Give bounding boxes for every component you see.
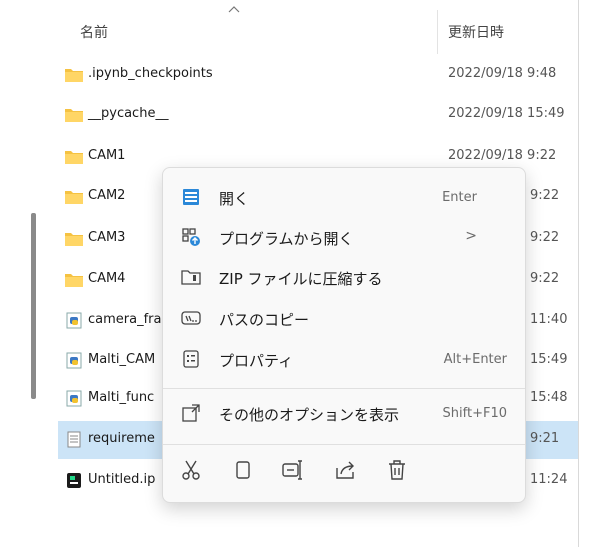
- file-name: CAM2: [88, 188, 126, 203]
- text-file-icon: [67, 431, 81, 448]
- menu-item-more-options[interactable]: その他のオプションを表示 Shift+F10: [167, 394, 521, 432]
- share-icon[interactable]: [333, 458, 357, 482]
- context-menu: 開く Enter プログラムから開く > ZIP ファイルに圧縮する パスのコピ…: [162, 167, 526, 503]
- file-name: __pycache__: [88, 106, 169, 121]
- folder-icon: [65, 69, 83, 82]
- copy-path-icon: [181, 311, 201, 325]
- column-divider: [578, 0, 579, 547]
- menu-item-shortcut: Alt+Enter: [443, 352, 507, 367]
- zip-icon: [181, 270, 201, 285]
- python-file-icon: [66, 312, 82, 329]
- open-with-icon: [182, 228, 200, 246]
- file-name: requireme: [88, 431, 155, 446]
- cut-icon[interactable]: [179, 458, 203, 482]
- folder-icon: [65, 191, 83, 204]
- folder-icon: [65, 274, 83, 287]
- file-name: camera_fra: [88, 312, 162, 327]
- menu-item-label: ZIP ファイルに圧縮する: [219, 270, 383, 288]
- scrollbar-thumb[interactable]: [31, 213, 36, 399]
- python-file-icon: [66, 352, 82, 369]
- sort-ascending-icon[interactable]: [228, 4, 240, 14]
- folder-icon: [65, 233, 83, 246]
- file-date: 2022/09/18 9:48: [448, 66, 557, 81]
- more-options-icon: [182, 404, 200, 422]
- date-column-header[interactable]: 更新日時: [448, 22, 504, 42]
- file-name: Untitled.ip: [88, 472, 156, 487]
- submenu-arrow-icon: >: [465, 228, 477, 244]
- file-name: Malti_CAM: [88, 352, 156, 367]
- file-date: 9:22: [530, 230, 560, 245]
- file-date: 9:21: [530, 431, 560, 446]
- file-name: CAM4: [88, 271, 126, 286]
- open-icon: [183, 189, 199, 205]
- file-row[interactable]: __pycache__ 2022/09/18 15:49: [58, 96, 578, 134]
- file-name: CAM1: [88, 148, 126, 163]
- menu-item-label: パスのコピー: [219, 311, 310, 329]
- notebook-file-icon: [67, 473, 81, 488]
- file-explorer-view: 名前 更新日時 .ipynb_checkpoints 2022/09/18 9:…: [0, 0, 590, 547]
- column-header: 名前 更新日時: [38, 0, 578, 62]
- menu-separator: [163, 444, 525, 445]
- menu-item-properties[interactable]: プロパティ Alt+Enter: [167, 340, 521, 378]
- copy-icon[interactable]: [231, 458, 255, 482]
- menu-item-shortcut: Enter: [442, 190, 477, 205]
- properties-icon: [183, 350, 199, 368]
- file-name: .ipynb_checkpoints: [88, 66, 213, 81]
- python-file-icon: [66, 390, 82, 407]
- file-date: 9:22: [530, 271, 560, 286]
- delete-icon[interactable]: [385, 458, 409, 482]
- file-date: 2022/09/18 15:49: [448, 106, 565, 121]
- menu-item-compress-zip[interactable]: ZIP ファイルに圧縮する: [167, 258, 521, 296]
- menu-item-open[interactable]: 開く Enter: [167, 178, 521, 216]
- file-date: 11:24: [530, 472, 568, 487]
- file-date: 2022/09/18 9:22: [448, 148, 557, 163]
- menu-item-label: プログラムから開く: [219, 230, 354, 248]
- file-name: CAM3: [88, 230, 126, 245]
- file-date: 15:48: [530, 390, 568, 405]
- name-column-header[interactable]: 名前: [80, 22, 108, 42]
- folder-icon: [65, 151, 83, 164]
- menu-item-label: プロパティ: [219, 352, 294, 370]
- menu-item-open-with[interactable]: プログラムから開く >: [167, 218, 521, 256]
- rename-icon[interactable]: [281, 458, 305, 482]
- file-row[interactable]: .ipynb_checkpoints 2022/09/18 9:48: [58, 56, 578, 94]
- menu-item-shortcut: Shift+F10: [442, 406, 507, 421]
- menu-item-label: その他のオプションを表示: [219, 406, 400, 424]
- folder-icon: [65, 109, 83, 122]
- menu-separator: [163, 388, 525, 389]
- menu-item-label: 開く: [219, 190, 250, 208]
- header-divider[interactable]: [437, 10, 438, 54]
- file-date: 15:49: [530, 352, 568, 367]
- menu-item-copy-path[interactable]: パスのコピー: [167, 299, 521, 337]
- file-date: 11:40: [530, 312, 568, 327]
- file-date: 9:22: [530, 188, 560, 203]
- file-name: Malti_func: [88, 390, 155, 405]
